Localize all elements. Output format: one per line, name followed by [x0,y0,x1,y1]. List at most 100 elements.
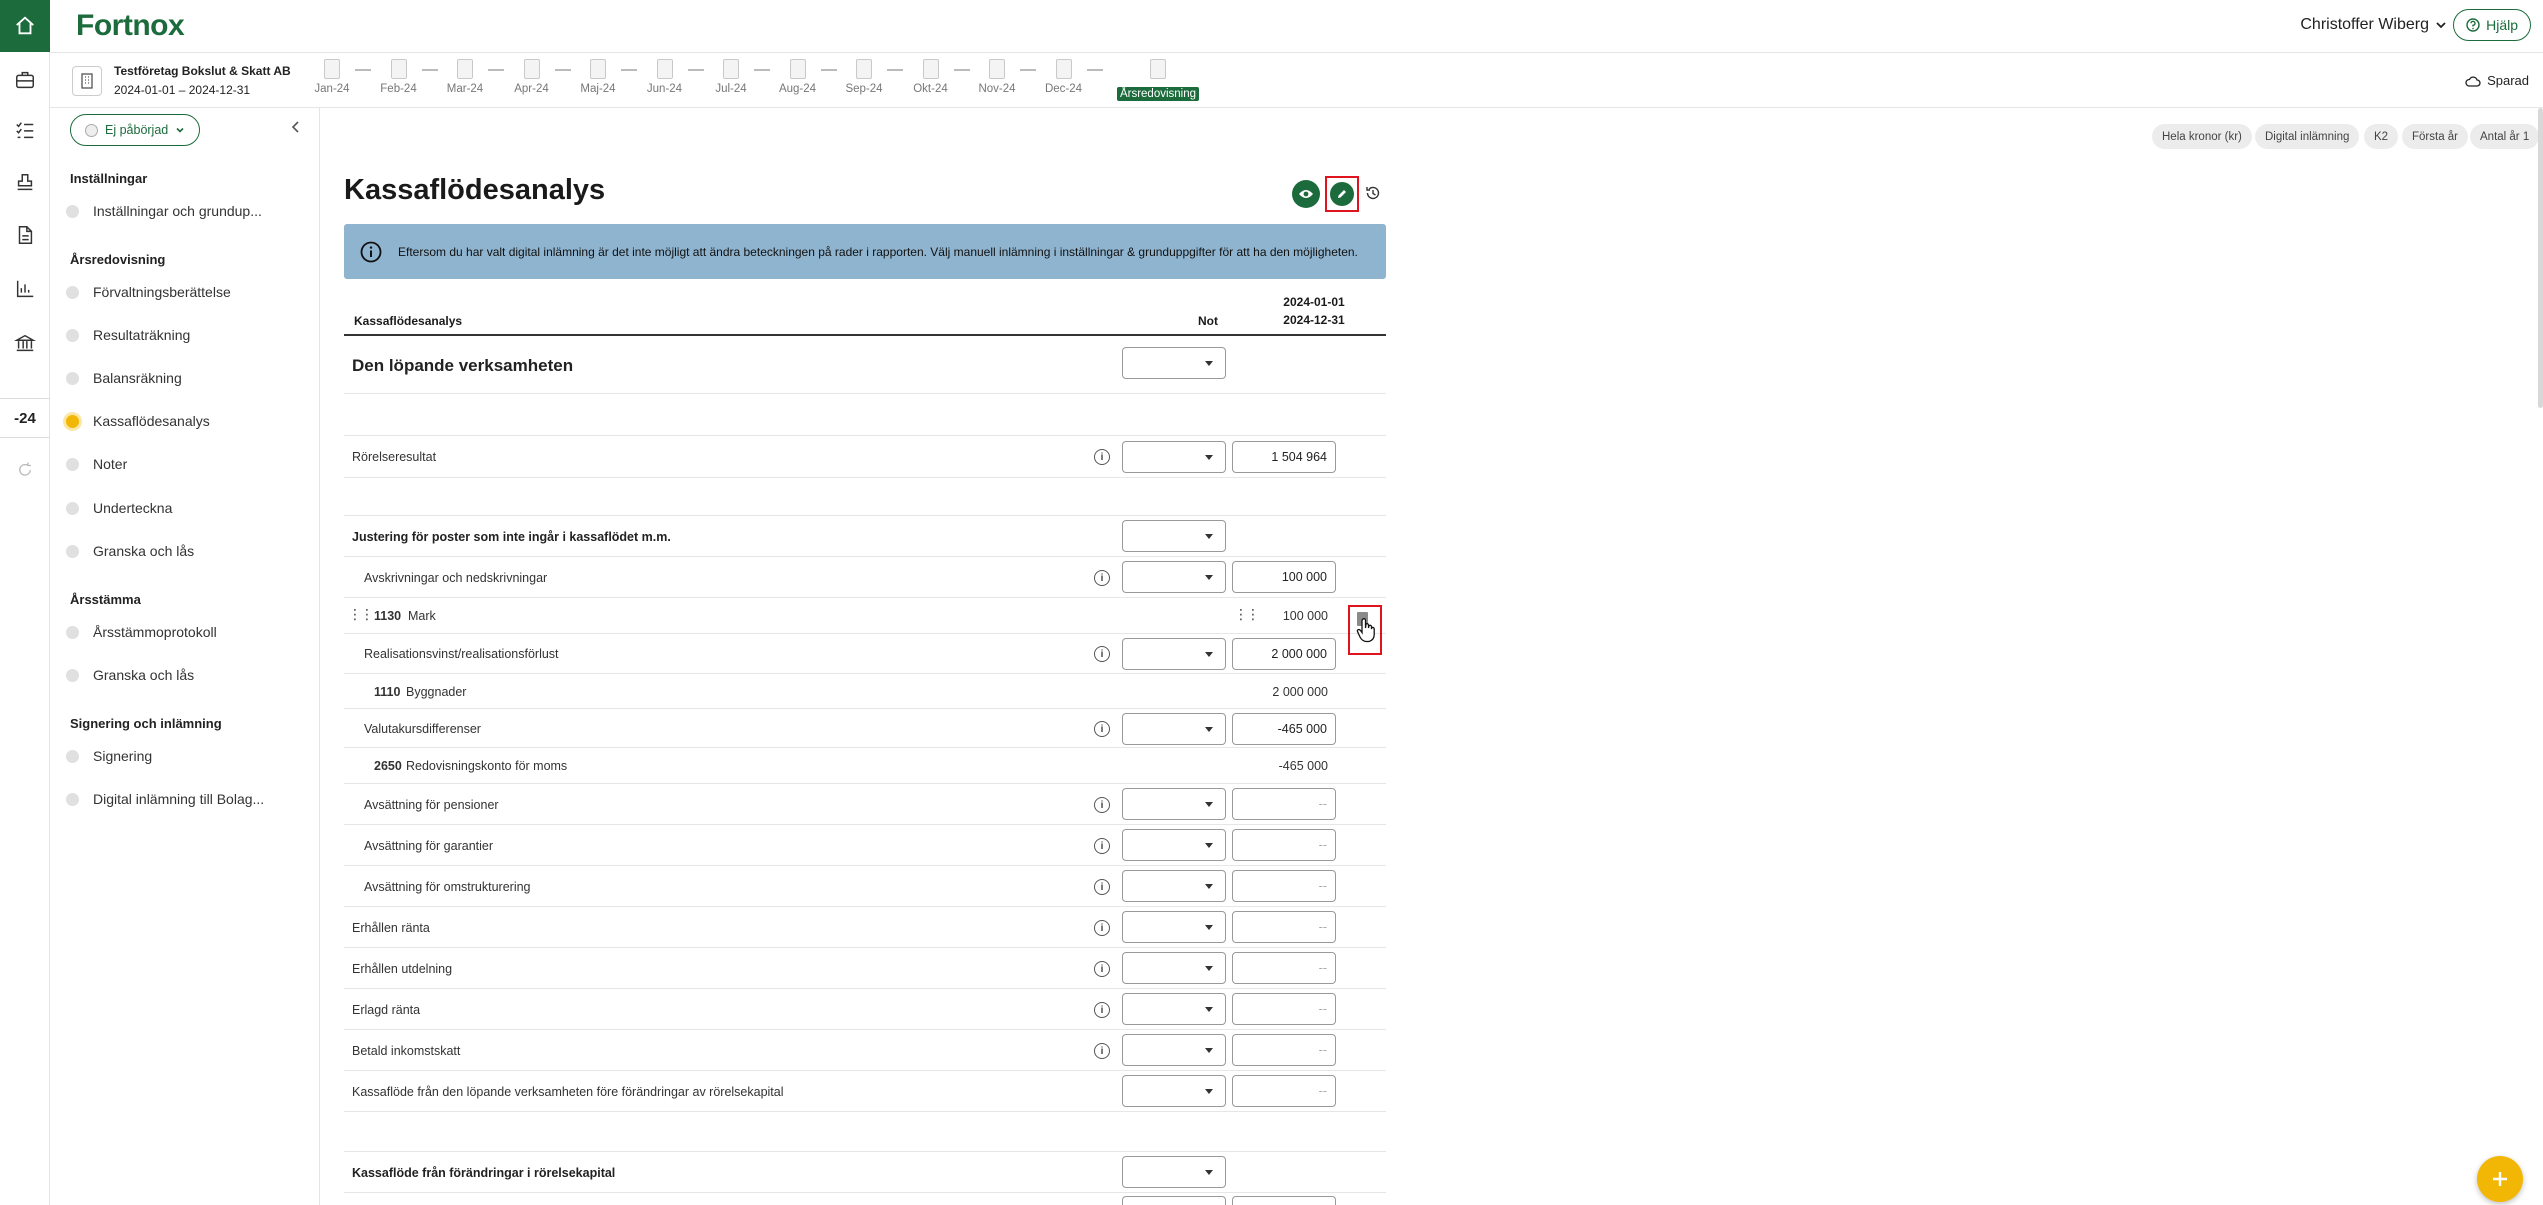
note-select[interactable] [1122,1156,1226,1188]
info-icon[interactable]: i [1094,1043,1110,1059]
nav-item-kassaflodesanalys[interactable]: Kassaflödesanalys [66,413,210,429]
amount-input[interactable]: -- [1232,788,1336,820]
chip-digital-filing[interactable]: Digital inlämning [2255,124,2360,149]
nav-item-forvaltningsberattelse[interactable]: Förvaltningsberättelse [66,284,231,300]
info-icon[interactable]: i [1094,721,1110,737]
user-menu[interactable]: Christoffer Wiberg [2300,16,2447,34]
note-select[interactable] [1122,829,1226,861]
icon-rail: -24 [0,0,50,1205]
note-select[interactable] [1122,638,1226,670]
nav-item-underteckna[interactable]: Underteckna [66,500,172,516]
note-select[interactable] [1122,952,1226,984]
month-label-wrap: Nov-24 [972,83,1022,95]
month-label-wrap: Jan-24 [307,83,357,95]
collapse-nav-button[interactable] [290,120,302,139]
month-8[interactable]: Aug-24 [773,59,823,95]
nav-item-granska-och-las[interactable]: Granska och lås [66,543,194,559]
table-row: Kassaflöde från den löpande verksamheten… [344,1071,1386,1112]
checklist-button[interactable] [0,105,50,155]
status-dot-icon [66,204,79,218]
info-icon[interactable]: i [1094,920,1110,936]
month-2[interactable]: Feb-24 [374,59,424,95]
month-1[interactable]: Jan-24 [307,59,357,95]
briefcase-button[interactable] [0,55,50,105]
nav-item-granska-och-las-stamma[interactable]: Granska och lås [66,667,194,683]
info-icon[interactable]: i [1094,879,1110,895]
info-icon[interactable]: i [1094,838,1110,854]
month-13[interactable]: Årsredovisning [1110,59,1206,101]
info-icon[interactable]: i [1094,570,1110,586]
month-3[interactable]: Mar-24 [440,59,490,95]
preview-button[interactable] [1292,180,1320,208]
chip-year-count[interactable]: Antal år 1 [2470,124,2540,149]
amount-input[interactable]: -465 000 [1232,713,1336,745]
history-button[interactable] [1362,182,1384,204]
nav-item-noter[interactable]: Noter [66,456,127,472]
company-building-icon[interactable] [72,66,102,96]
month-10[interactable]: Okt-24 [906,59,956,95]
bank-button[interactable] [0,318,50,368]
amount-input[interactable] [1232,1196,1336,1205]
month-6[interactable]: Jun-24 [640,59,690,95]
chip-k2[interactable]: K2 [2364,124,2399,149]
info-icon[interactable]: i [1094,646,1110,662]
nav-item-signering[interactable]: Signering [66,748,152,764]
home-button[interactable] [0,0,50,52]
document-button[interactable] [0,210,50,260]
timeline-connector [1020,69,1036,71]
note-select[interactable] [1122,561,1226,593]
amount-input[interactable]: 100 000 [1232,561,1336,593]
amount-input[interactable]: -- [1232,829,1336,861]
note-select[interactable] [1122,788,1226,820]
help-button[interactable]: Hjälp [2453,9,2531,41]
month-9[interactable]: Sep-24 [839,59,889,95]
nav-item-arsstammoprotokoll[interactable]: Årsstämmoprotokoll [66,624,217,640]
nav-item-resultatrakning[interactable]: Resultaträkning [66,327,190,343]
note-select[interactable] [1122,911,1226,943]
note-select[interactable] [1122,713,1226,745]
add-fab-button[interactable] [2477,1156,2523,1202]
page-scrollbar[interactable] [2538,108,2543,408]
note-select[interactable] [1122,347,1226,379]
fiscal-year-button[interactable]: -24 [0,398,50,438]
nav-item-balansrakning[interactable]: Balansräkning [66,370,182,386]
note-select[interactable] [1122,520,1226,552]
stamp-button[interactable] [0,158,50,208]
note-select[interactable] [1122,993,1226,1025]
chart-button[interactable] [0,264,50,314]
amount-input[interactable]: 2 000 000 [1232,638,1336,670]
nav-item-settings[interactable]: Inställningar och grundup... [66,203,262,219]
note-select[interactable] [1122,1196,1226,1205]
note-select[interactable] [1122,1034,1226,1066]
amount-input[interactable]: -- [1232,1034,1336,1066]
note-select[interactable] [1122,441,1226,473]
drag-handle-icon[interactable]: ⋮⋮ [348,606,374,623]
chip-rounding[interactable]: Hela kronor (kr) [2152,124,2252,149]
amount-input[interactable]: 1 504 964 [1232,441,1336,473]
nav-item-digital-inlamning[interactable]: Digital inlämning till Bolag... [66,791,264,807]
refresh-button[interactable] [0,445,50,495]
month-5[interactable]: Maj-24 [573,59,623,95]
account-number: 1110 [374,685,401,699]
info-icon[interactable]: i [1094,449,1110,465]
amount-input[interactable]: -- [1232,952,1336,984]
month-12[interactable]: Dec-24 [1039,59,1089,95]
account-row: 2650 Redovisningskonto för moms -465 000 [344,748,1386,784]
info-icon[interactable]: i [1094,1002,1110,1018]
note-select[interactable] [1122,870,1226,902]
chip-first-year[interactable]: Första år [2402,124,2469,149]
note-select[interactable] [1122,1075,1226,1107]
amount-input[interactable]: -- [1232,993,1336,1025]
amount-input[interactable]: -- [1232,911,1336,943]
amount-input[interactable]: -- [1232,1075,1336,1107]
edit-button[interactable] [1325,176,1359,212]
fortnox-logo[interactable]: Fortnox [76,9,185,43]
month-4[interactable]: Apr-24 [507,59,557,95]
info-icon[interactable]: i [1094,961,1110,977]
month-7[interactable]: Jul-24 [706,59,756,95]
month-11[interactable]: Nov-24 [972,59,1022,95]
info-icon[interactable]: i [1094,797,1110,813]
status-dropdown[interactable]: Ej påbörjad [70,114,201,146]
amount-input[interactable]: -- [1232,870,1336,902]
info-banner: Eftersom du har valt digital inlämning ä… [344,224,1386,279]
